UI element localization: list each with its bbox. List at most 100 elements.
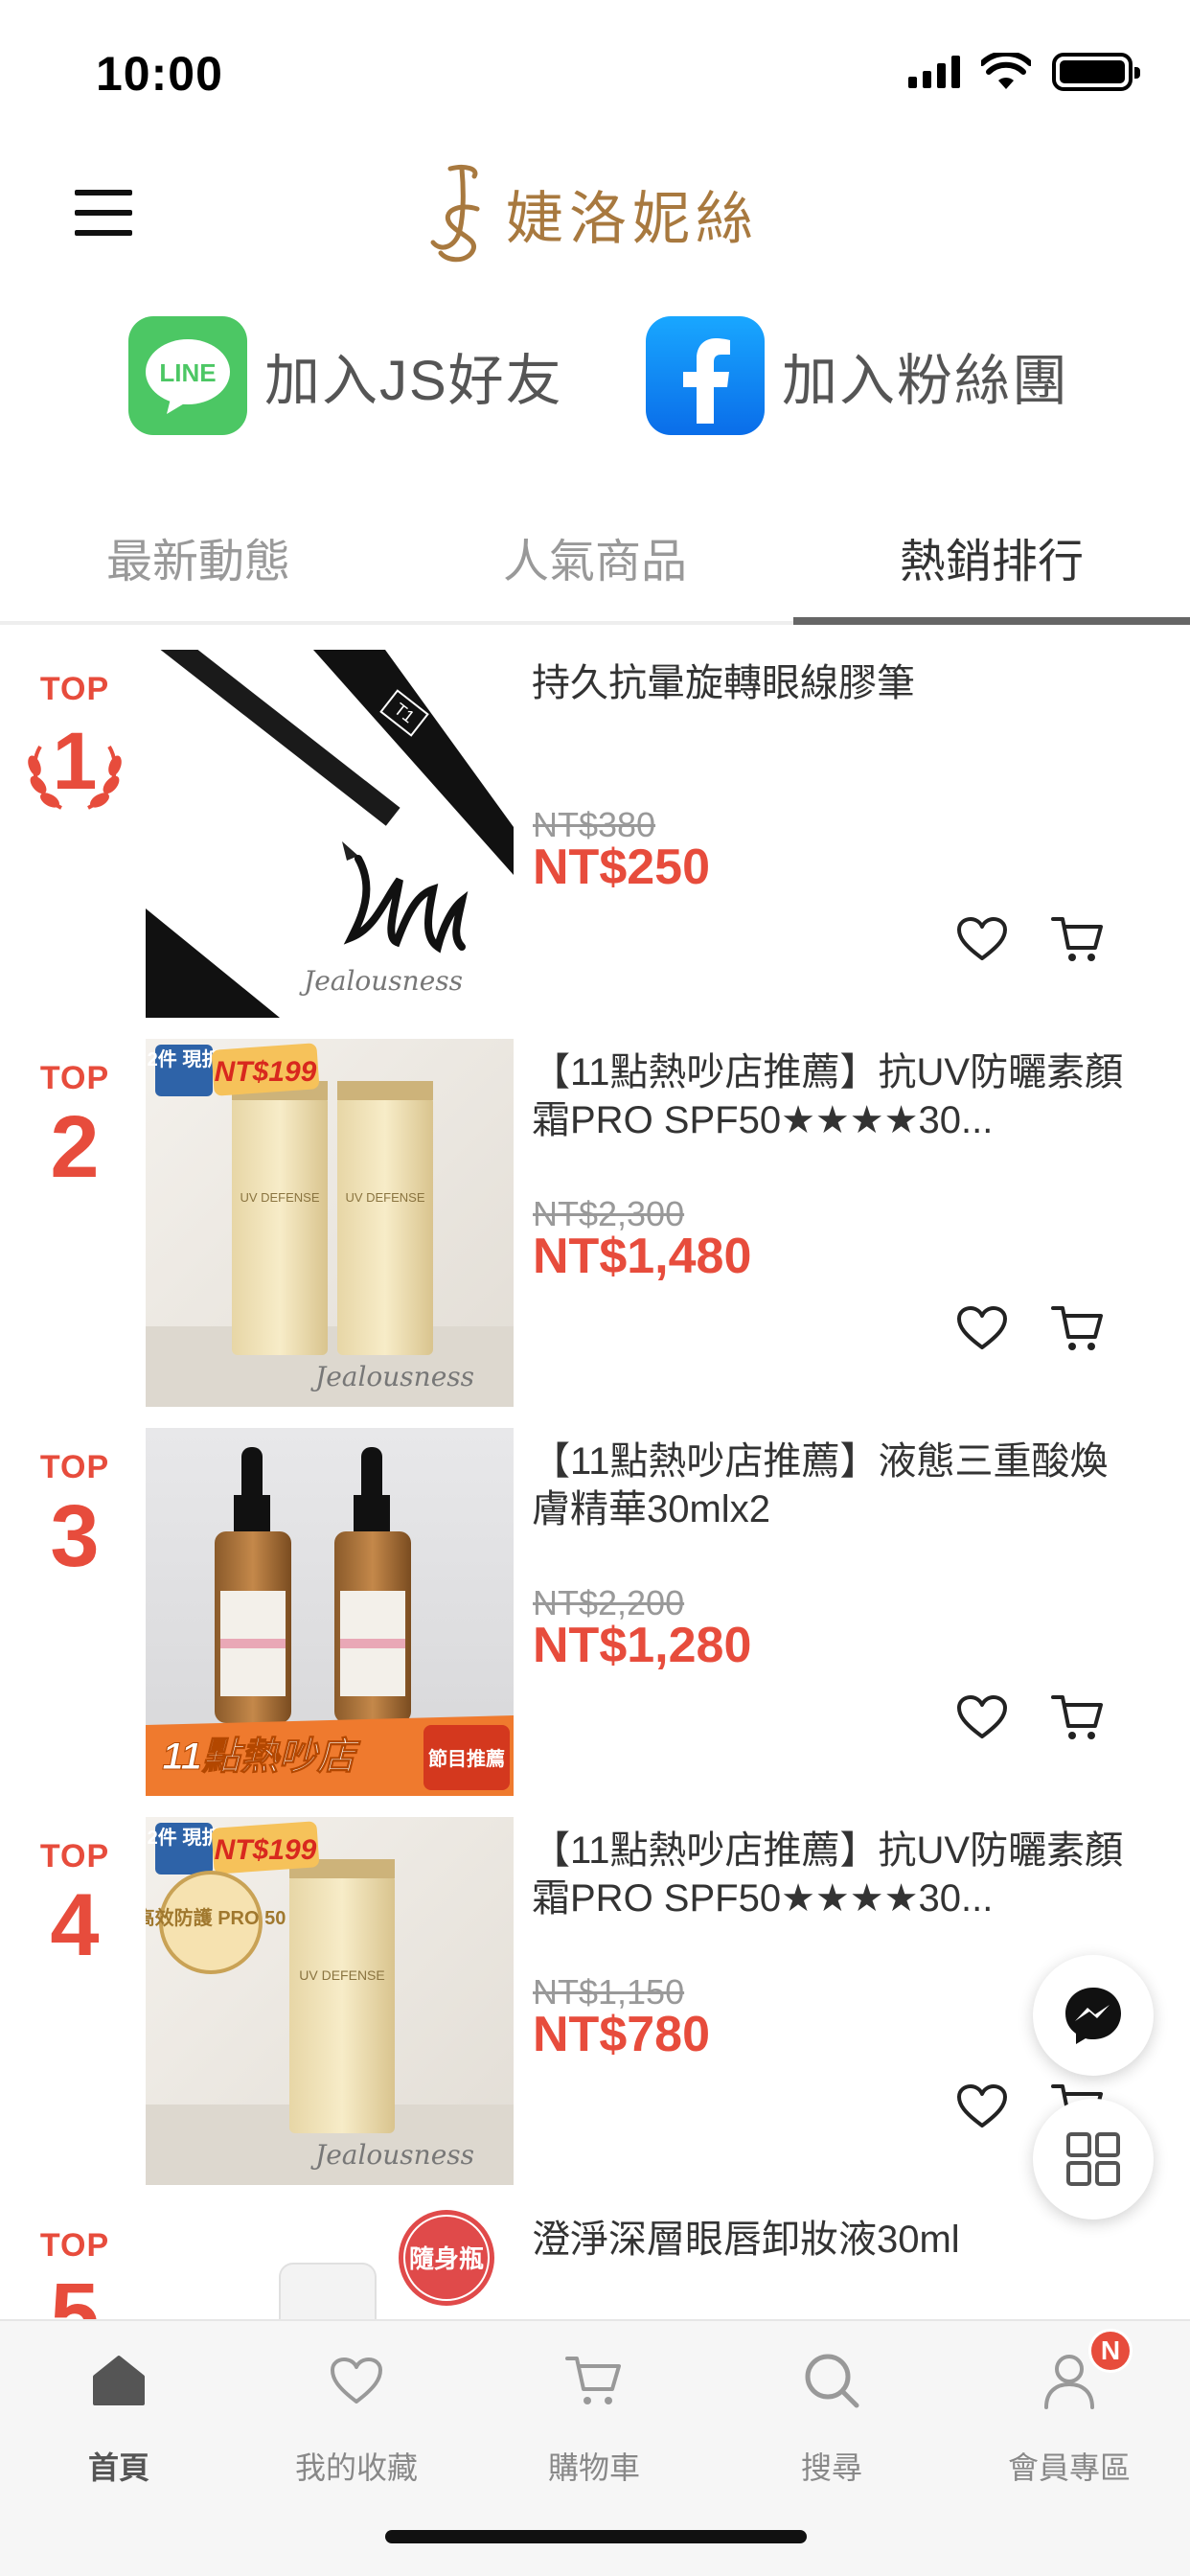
product-list[interactable]: TOP 1 T1 Jealousness 持久抗暈旋轉眼線膠筆 NT$380 N… — [0, 632, 1190, 2319]
product-card[interactable]: TOP 3 11點熱吵店 節目推薦 【11點熱吵店推薦】液態三重酸煥膚精華30m… — [0, 1411, 1190, 1800]
nav-search-label: 搜尋 — [800, 2450, 862, 2485]
quick-menu-button[interactable] — [1033, 2099, 1154, 2220]
brand-mark-icon — [430, 164, 480, 263]
add-to-cart-button[interactable] — [1049, 1689, 1107, 1746]
laurel-rank-icon: 1 — [28, 716, 122, 810]
status-time: 10:00 — [96, 47, 223, 101]
remover-image-icon: 隨身瓶 — [146, 2206, 514, 2319]
promo-badge: 2件 現折 — [148, 1826, 221, 1849]
line-icon: LINE — [128, 316, 247, 435]
messenger-chat-button[interactable] — [1033, 1955, 1154, 2076]
svg-text:UV DEFENSE: UV DEFENSE — [345, 1190, 424, 1205]
line-icon-text: LINE — [159, 358, 216, 387]
promo-banner-text: 11點熱吵店 — [162, 1736, 361, 1778]
heart-icon — [957, 1306, 1007, 1349]
heart-icon — [957, 2084, 1007, 2128]
product-actions — [953, 1689, 1107, 1746]
heart-icon — [957, 1695, 1007, 1738]
messenger-icon — [1065, 1988, 1121, 2044]
tab-popular[interactable]: 人氣商品 — [397, 498, 793, 625]
rank-number: 5 — [50, 2266, 100, 2319]
svg-text:UV DEFENSE: UV DEFENSE — [240, 1190, 319, 1205]
favorite-button[interactable] — [953, 910, 1011, 968]
social-row: LINE 加入JS好友 加入粉絲團 — [0, 316, 1190, 441]
join-line-button[interactable]: LINE 加入JS好友 — [128, 316, 563, 435]
cart-icon — [1051, 1306, 1103, 1350]
promo-tag: 節目推薦 — [428, 1747, 505, 1770]
rank-number: 2 — [50, 1098, 100, 1196]
nav-search[interactable]: 搜尋 — [713, 2321, 950, 2513]
tab-best-sellers[interactable]: 熱銷排行 — [793, 498, 1190, 625]
sale-price: NT$780 — [533, 2007, 710, 2062]
favorite-button[interactable] — [953, 2078, 1011, 2135]
search-icon — [803, 2350, 860, 2411]
favorite-button[interactable] — [953, 1689, 1011, 1746]
brand-logo[interactable]: 婕洛妮絲 — [422, 161, 759, 266]
rank-label: TOP — [39, 1060, 110, 1096]
add-to-cart-button[interactable] — [1049, 1300, 1107, 1357]
nav-cart[interactable]: 購物車 — [475, 2321, 713, 2513]
sale-price: NT$1,280 — [533, 1618, 752, 1673]
product-image[interactable]: 11點熱吵店 節目推薦 — [146, 1428, 514, 1796]
uv-cream-single-image-icon: UV DEFENSE 2件 現折 NT$199 高效防護 PRO 50 Jeal… — [146, 1817, 514, 2185]
product-title[interactable]: 澄淨深層眼唇卸妝液30ml — [532, 2216, 1126, 2264]
product-title[interactable]: 【11點熱吵店推薦】抗UV防曬素顏霜PRO SPF50★★★★30... — [532, 1827, 1126, 1922]
hamburger-menu-button[interactable] — [75, 184, 132, 242]
battery-icon — [1052, 53, 1140, 91]
active-tab-indicator — [793, 617, 1190, 625]
promo-price: NT$199 — [215, 1056, 317, 1088]
product-image[interactable]: T1 Jealousness — [146, 650, 514, 1018]
rank-number: 3 — [50, 1487, 100, 1585]
brand-name: 婕洛妮絲 — [506, 185, 759, 253]
rank-number: 1 — [53, 716, 98, 806]
brand-watermark: Jealousness — [310, 1361, 474, 1392]
app-header: 婕洛妮絲 — [0, 144, 1190, 288]
rank-label: TOP — [39, 1449, 110, 1485]
svg-text:UV DEFENSE: UV DEFENSE — [299, 1967, 384, 1983]
nav-home[interactable]: 首頁 — [0, 2321, 238, 2513]
nav-favorites[interactable]: 我的收藏 — [238, 2321, 475, 2513]
seal-text: 高效防護 PRO 50 — [146, 1906, 286, 1929]
rank-number: 4 — [50, 1876, 100, 1974]
home-icon — [90, 2350, 148, 2411]
heart-icon — [328, 2350, 385, 2411]
add-to-cart-button[interactable] — [1049, 910, 1107, 968]
serum-image-icon: 11點熱吵店 節目推薦 — [146, 1428, 514, 1796]
nav-member[interactable]: N 會員專區 — [950, 2321, 1188, 2513]
product-title[interactable]: 持久抗暈旋轉眼線膠筆 — [532, 659, 1126, 707]
bubble-text: 隨身瓶 — [409, 2244, 484, 2273]
rank-label: TOP — [39, 2227, 110, 2264]
promo-price: NT$199 — [215, 1834, 317, 1866]
product-card[interactable]: TOP 5 隨身瓶 澄淨深層眼唇卸妝液30ml — [0, 2189, 1190, 2319]
product-card[interactable]: TOP 4 UV DEFENSE 2件 現折 NT$199 高效防護 PRO 5… — [0, 1800, 1190, 2189]
product-actions — [953, 1300, 1107, 1357]
nav-favorites-label: 我的收藏 — [294, 2450, 418, 2485]
nav-member-label: 會員專區 — [1007, 2450, 1131, 2485]
wifi-icon — [981, 53, 1031, 89]
brand-watermark: Jealousness — [299, 965, 463, 997]
grid-icon — [1066, 2132, 1120, 2186]
product-card[interactable]: TOP 2 UV DEFENSE UV DEFENSE 2件 現折 NT$199… — [0, 1022, 1190, 1411]
home-indicator — [385, 2530, 807, 2543]
product-title[interactable]: 【11點熱吵店推薦】抗UV防曬素顏霜PRO SPF50★★★★30... — [532, 1048, 1126, 1144]
status-bar: 10:00 — [0, 0, 1190, 144]
product-card[interactable]: TOP 1 T1 Jealousness 持久抗暈旋轉眼線膠筆 NT$380 N… — [0, 632, 1190, 1022]
tab-latest[interactable]: 最新動態 — [0, 498, 397, 625]
product-title[interactable]: 【11點熱吵店推薦】液態三重酸煥膚精華30mlx2 — [532, 1438, 1126, 1533]
join-facebook-button[interactable]: 加入粉絲團 — [646, 316, 1069, 435]
product-image[interactable]: 隨身瓶 — [146, 2206, 514, 2319]
rank-badge: TOP 2 — [19, 1060, 130, 1195]
eyeliner-image-icon: T1 Jealousness — [146, 650, 514, 1018]
join-facebook-label: 加入粉絲團 — [782, 350, 1070, 412]
heart-icon — [957, 917, 1007, 960]
rank-label: TOP — [39, 671, 110, 707]
rank-label: TOP — [39, 1838, 110, 1874]
product-image[interactable]: UV DEFENSE UV DEFENSE 2件 現折 NT$199 Jealo… — [146, 1039, 514, 1407]
product-image[interactable]: UV DEFENSE 2件 現折 NT$199 高效防護 PRO 50 Jeal… — [146, 1817, 514, 2185]
cellular-signal-icon — [908, 56, 960, 88]
favorite-button[interactable] — [953, 1300, 1011, 1357]
cart-icon — [1051, 917, 1103, 961]
nav-cart-label: 購物車 — [547, 2450, 640, 2485]
cart-icon — [1051, 1695, 1103, 1739]
notification-badge: N — [1088, 2329, 1133, 2373]
